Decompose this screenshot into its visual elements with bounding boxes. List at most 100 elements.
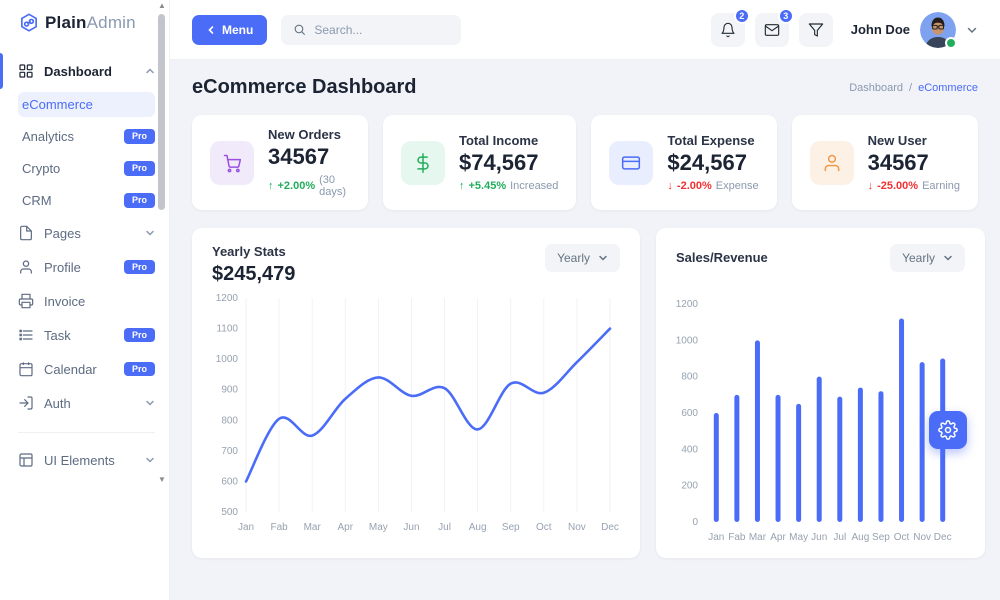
- axis-tick-label: 800: [221, 415, 238, 426]
- settings-fab-button[interactable]: [929, 411, 967, 449]
- breadcrumb-dashboard[interactable]: Dashboard: [849, 82, 903, 94]
- cart-icon: [210, 141, 254, 185]
- filter-button[interactable]: [799, 13, 833, 47]
- notifications-button[interactable]: 2: [711, 13, 745, 47]
- brand-logo[interactable]: PlainAdmin: [18, 12, 155, 34]
- axis-tick-label: Apr: [337, 522, 353, 533]
- axis-tick-label: Jul: [833, 532, 846, 543]
- sales-revenue-card: Sales/Revenue Yearly 0200400600800100012…: [656, 228, 985, 558]
- main-area: eCommerce Dashboard Dashboard / eCommerc…: [170, 60, 1000, 558]
- sidebar-item-crypto[interactable]: Crypto Pro: [18, 156, 155, 181]
- pro-badge: Pro: [124, 193, 155, 208]
- sidebar-item-ecommerce[interactable]: eCommerce: [18, 92, 155, 117]
- yearly-stats-line-chart: JanFabMarAprMayJunJulAugSepOctNovDec5006…: [212, 290, 620, 543]
- sidebar-item-task[interactable]: Task Pro: [18, 322, 155, 348]
- chevron-left-icon: [206, 25, 216, 35]
- axis-tick-label: Dec: [934, 532, 952, 543]
- axis-tick-label: Mar: [749, 532, 767, 543]
- breadcrumb-ecommerce[interactable]: eCommerce: [918, 82, 978, 94]
- axis-tick-label: Nov: [568, 522, 586, 533]
- bar-series: [796, 404, 801, 522]
- axis-tick-label: Jul: [438, 522, 451, 533]
- sales-revenue-range-select[interactable]: Yearly: [890, 244, 965, 272]
- axis-tick-label: Sep: [502, 522, 520, 533]
- yearly-stats-range-select[interactable]: Yearly: [545, 244, 620, 272]
- axis-tick-label: 1200: [676, 299, 698, 310]
- axis-tick-label: Fab: [270, 522, 288, 533]
- messages-button[interactable]: 3: [755, 13, 789, 47]
- axis-tick-label: 200: [681, 481, 698, 492]
- file-icon: [18, 225, 34, 241]
- yearly-stats-title: Yearly Stats: [212, 244, 295, 259]
- sidebar-item-ui-elements[interactable]: UI Elements: [18, 447, 155, 473]
- scroll-up-icon[interactable]: ▲: [156, 0, 168, 12]
- bar-series: [776, 395, 781, 522]
- stat-delta: ↑ +5.45% Increased: [459, 180, 558, 192]
- brand-name: PlainAdmin: [45, 13, 136, 33]
- bar-series: [899, 319, 904, 522]
- stat-card-total-income: Total Income $74,567 ↑ +5.45% Increased: [383, 115, 576, 210]
- bar-series: [817, 377, 822, 522]
- stat-delta: ↑ +2.00% (30 days): [268, 174, 350, 198]
- notification-count-badge: 2: [734, 8, 750, 24]
- sidebar-item-dashboard[interactable]: Dashboard: [18, 58, 155, 84]
- menu-toggle-button[interactable]: Menu: [192, 15, 267, 45]
- axis-tick-label: 1100: [216, 324, 238, 335]
- user-name: John Doe: [851, 22, 910, 37]
- axis-tick-label: Mar: [304, 522, 322, 533]
- stat-delta: ↓ -25.00% Earning: [868, 180, 960, 192]
- user-menu-chevron-icon[interactable]: [966, 24, 978, 36]
- charts-row: Yearly Stats $245,479 Yearly JanFabMarAp…: [192, 228, 978, 558]
- scrollbar-thumb[interactable]: [158, 14, 165, 210]
- axis-tick-label: Jun: [811, 532, 827, 543]
- sidebar-item-crm[interactable]: CRM Pro: [18, 188, 155, 213]
- search-input[interactable]: [314, 23, 444, 37]
- top-header: Menu 2 3 John Doe: [170, 0, 1000, 60]
- sales-revenue-bar-chart: 020040060080010001200JanFabMarAprMayJunJ…: [676, 296, 965, 553]
- axis-tick-label: 1200: [216, 293, 239, 304]
- yearly-stats-value: $245,479: [212, 263, 295, 286]
- printer-icon: [18, 293, 34, 309]
- sidebar-scrollbar[interactable]: ▲ ▼: [156, 0, 168, 486]
- axis-tick-label: May: [789, 532, 808, 543]
- search-box: [281, 15, 461, 45]
- sidebar-item-calendar[interactable]: Calendar Pro: [18, 356, 155, 382]
- dollar-icon: [401, 141, 445, 185]
- sidebar-item-auth[interactable]: Auth: [18, 390, 155, 416]
- login-icon: [18, 395, 34, 411]
- credit-card-icon: [609, 141, 653, 185]
- brand-hexagon-icon: [18, 12, 40, 34]
- calendar-icon: [18, 361, 34, 377]
- user-icon: [18, 259, 34, 275]
- scroll-down-icon[interactable]: ▼: [156, 474, 168, 486]
- funnel-icon: [808, 22, 824, 38]
- axis-tick-label: Apr: [770, 532, 786, 543]
- axis-tick-label: 600: [221, 476, 238, 487]
- breadcrumb-separator: /: [909, 82, 912, 94]
- chevron-down-icon: [598, 253, 608, 263]
- axis-tick-label: Jan: [708, 532, 724, 543]
- axis-tick-label: May: [369, 522, 388, 533]
- line-series: [246, 329, 610, 482]
- axis-tick-label: Jan: [238, 522, 254, 533]
- bell-icon: [720, 22, 736, 38]
- user-avatar[interactable]: [920, 12, 956, 48]
- axis-tick-label: 800: [681, 372, 698, 383]
- sidebar-item-invoice[interactable]: Invoice: [18, 288, 155, 314]
- yearly-stats-card: Yearly Stats $245,479 Yearly Jan Fab Mar Ap…: [192, 228, 640, 558]
- sidebar-item-pages[interactable]: Pages: [18, 220, 155, 246]
- chevron-down-icon: [145, 398, 155, 408]
- sidebar-item-analytics[interactable]: Analytics Pro: [18, 124, 155, 149]
- axis-tick-label: 700: [221, 446, 238, 457]
- stats-row: New Orders 34567 ↑ +2.00% (30 days): [192, 115, 978, 210]
- pro-badge: Pro: [124, 328, 155, 343]
- sidebar-divider: [18, 432, 155, 433]
- message-count-badge: 3: [778, 8, 794, 24]
- axis-tick-label: 1000: [676, 335, 698, 346]
- layout-icon: [18, 452, 34, 468]
- active-accent-bar: [0, 53, 3, 89]
- pro-badge: Pro: [124, 362, 155, 377]
- pro-badge: Pro: [124, 260, 155, 275]
- online-status-dot: [945, 37, 957, 49]
- sidebar-item-profile[interactable]: Profile Pro: [18, 254, 155, 280]
